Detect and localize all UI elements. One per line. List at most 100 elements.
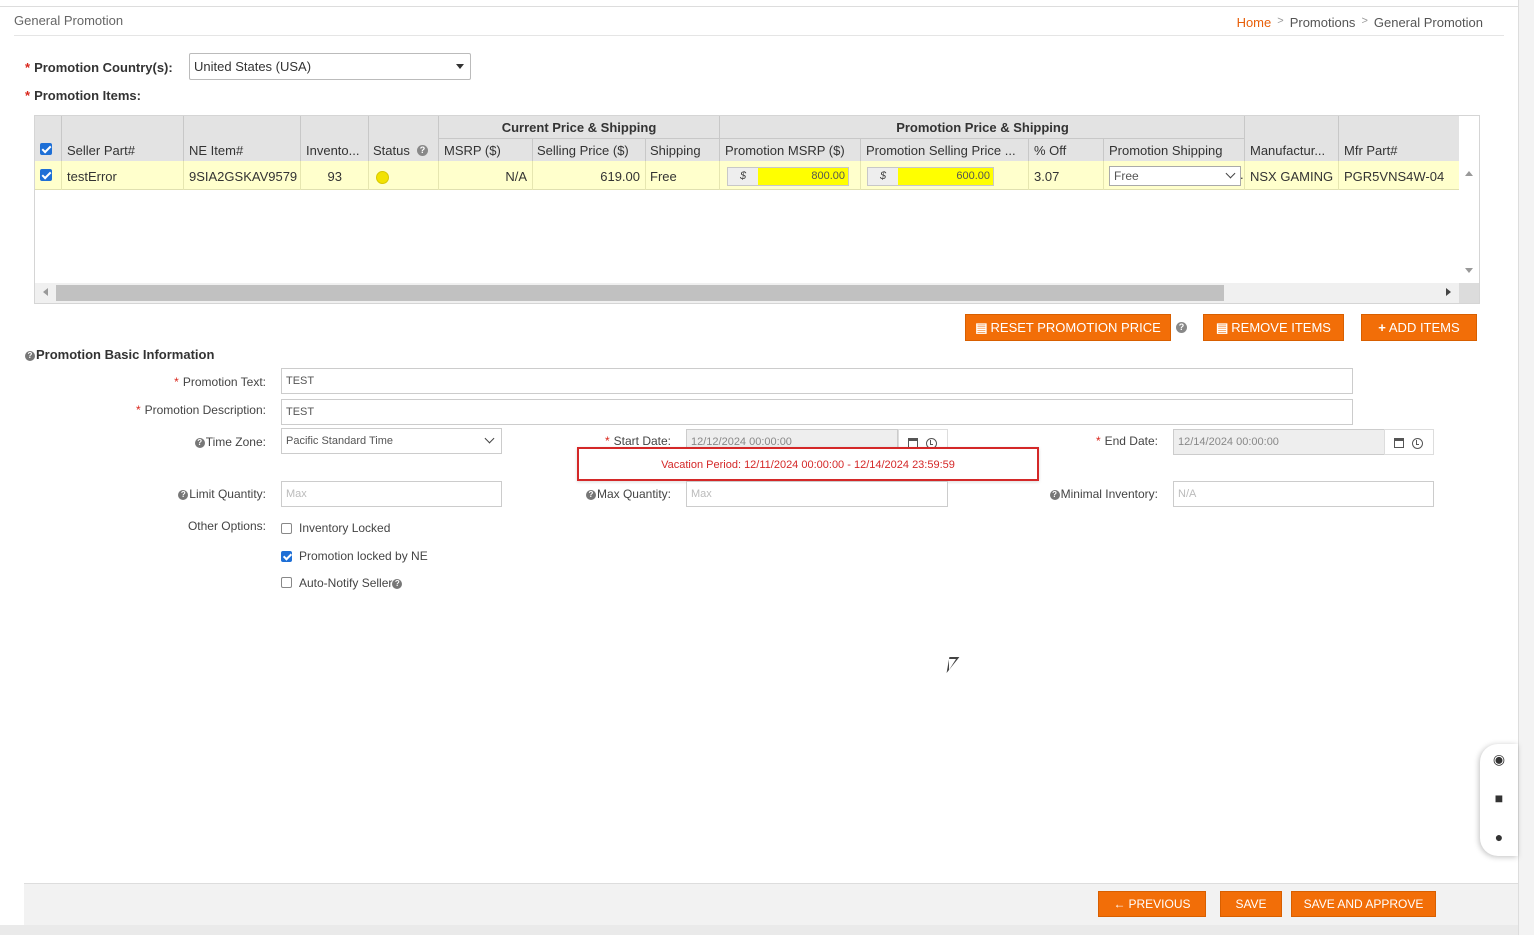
col-separator <box>183 161 184 190</box>
col-promotion-msrp[interactable]: Promotion MSRP ($) <box>725 143 861 158</box>
limit-quantity-label-text: Limit Quantity: <box>189 487 266 501</box>
col-shipping[interactable]: Shipping <box>650 143 720 158</box>
status-help-icon[interactable]: ? <box>417 145 428 156</box>
scroll-right-icon[interactable] <box>1446 288 1451 296</box>
scroll-up-icon[interactable] <box>1465 171 1473 176</box>
book-icon[interactable]: ■ <box>1490 791 1508 805</box>
col-separator <box>719 161 720 190</box>
help-icon[interactable]: ? <box>194 438 205 448</box>
promotion-shipping-select[interactable]: Free <box>1109 166 1241 186</box>
col-promotion-selling-price[interactable]: Promotion Selling Price ... <box>866 143 1028 158</box>
help-icon[interactable]: ? <box>585 490 596 500</box>
chat-icon[interactable]: ● <box>1490 830 1508 844</box>
currency-symbol: $ <box>739 170 747 182</box>
required-marker: * <box>1095 434 1101 448</box>
calendar-icon[interactable] <box>1394 438 1404 448</box>
window-scrollbar[interactable] <box>1518 0 1534 935</box>
items-label-text: Promotion Items: <box>34 88 141 103</box>
cell-selling-price: 619.00 <box>600 169 640 184</box>
reset-help-icon[interactable]: ? <box>1176 322 1187 333</box>
promotion-description-input[interactable]: TEST <box>281 399 1353 425</box>
minimal-inventory-label: ? Minimal Inventory: <box>1030 487 1158 501</box>
trash-icon: ▤ <box>1216 320 1229 335</box>
col-separator <box>1338 116 1339 161</box>
breadcrumb-promotions-link[interactable]: Promotions <box>1290 15 1356 30</box>
col-ne-item[interactable]: NE Item# <box>189 143 299 158</box>
grid-vertical-scrollbar[interactable] <box>1459 161 1479 283</box>
support-agent-icon[interactable]: ◉ <box>1490 752 1508 766</box>
col-seller-part[interactable]: Seller Part# <box>67 143 182 158</box>
col-status[interactable]: Status <box>373 143 415 158</box>
col-separator <box>1028 161 1029 190</box>
caret-down-icon <box>456 64 464 69</box>
reset-promotion-price-button[interactable]: ▤ RESET PROMOTION PRICE <box>965 314 1171 341</box>
col-separator <box>368 161 369 190</box>
save-button[interactable]: SAVE <box>1220 891 1282 917</box>
col-mfr-part[interactable]: Mfr Part# <box>1344 143 1454 158</box>
reset-promotion-price-label: RESET PROMOTION PRICE <box>990 320 1161 335</box>
breadcrumb: Home > Promotions > General Promotion <box>1237 15 1483 30</box>
clock-icon[interactable] <box>1412 438 1423 449</box>
cell-inventory: 93 <box>327 169 342 184</box>
chevron-down-icon <box>484 433 495 444</box>
grid-horizontal-scrollbar[interactable] <box>35 283 1459 303</box>
col-separator <box>61 116 62 161</box>
help-icon[interactable]: ? <box>1049 490 1060 500</box>
page-title: General Promotion <box>14 13 124 28</box>
promotion-text-label-text: Promotion Text: <box>182 375 266 389</box>
promotion-items-grid: Current Price & Shipping Promotion Price… <box>34 115 1480 304</box>
cell-ne-item: 9SIA2GSKAV9579 <box>189 169 298 184</box>
plus-icon: + <box>1378 320 1386 335</box>
col-separator <box>438 116 439 161</box>
max-quantity-label: ? Max Quantity: <box>560 487 671 501</box>
bottom-strip <box>0 925 1518 935</box>
help-icon[interactable]: ? <box>25 351 35 361</box>
promotion-text-input[interactable]: TEST <box>281 368 1353 394</box>
inventory-locked-checkbox[interactable] <box>281 523 292 534</box>
time-zone-label: ? Time Zone: <box>150 435 266 449</box>
vacation-period-warning: Vacation Period: 12/11/2024 00:00:00 - 1… <box>577 447 1039 481</box>
col-msrp[interactable]: MSRP ($) <box>444 143 532 158</box>
scrollbar-thumb[interactable] <box>56 285 1224 301</box>
time-zone-select[interactable]: Pacific Standard Time <box>281 428 502 454</box>
col-separator <box>645 138 646 161</box>
country-select[interactable]: United States (USA) <box>189 53 471 80</box>
group-promotion-price: Promotion Price & Shipping <box>896 120 1069 135</box>
col-inventory[interactable]: Invento... <box>306 143 368 158</box>
col-separator <box>61 161 62 190</box>
col-manufacturer[interactable]: Manufactur... <box>1250 143 1332 158</box>
help-icon[interactable]: ? <box>178 490 189 500</box>
auto-notify-seller-checkbox[interactable] <box>281 577 292 588</box>
scroll-left-icon[interactable] <box>43 288 48 296</box>
row-checkbox[interactable] <box>40 169 52 181</box>
promotion-locked-by-ne-checkbox[interactable] <box>281 551 292 562</box>
previous-button[interactable]: ← PREVIOUS <box>1098 891 1206 917</box>
end-date-input[interactable]: 12/14/2024 00:00:00 <box>1173 429 1385 455</box>
col-promotion-shipping[interactable]: Promotion Shipping <box>1109 143 1243 158</box>
col-selling-price[interactable]: Selling Price ($) <box>537 143 643 158</box>
end-date-picker <box>1384 429 1434 455</box>
chevron-down-icon <box>1225 168 1236 179</box>
minimal-inventory-input[interactable]: N/A <box>1173 481 1434 507</box>
save-and-approve-button[interactable]: SAVE AND APPROVE <box>1291 891 1436 917</box>
items-label: * Promotion Items: <box>25 88 141 103</box>
inventory-locked-label: Inventory Locked <box>299 521 391 535</box>
max-quantity-input[interactable]: Max <box>686 481 948 507</box>
help-icon[interactable]: ? <box>392 579 403 589</box>
promotion-text-label: * Promotion Text: <box>100 375 266 389</box>
remove-items-button[interactable]: ▤ REMOVE ITEMS <box>1203 314 1344 341</box>
select-all-checkbox[interactable] <box>40 143 52 155</box>
breadcrumb-current: General Promotion <box>1373 15 1483 30</box>
scroll-down-icon[interactable] <box>1465 268 1473 273</box>
promotion-msrp-input[interactable]: $ 800.00 <box>727 167 849 186</box>
grid-header: Current Price & Shipping Promotion Price… <box>35 116 1459 161</box>
add-items-button[interactable]: + ADD ITEMS <box>1361 314 1477 341</box>
promotion-selling-price-input[interactable]: $ 600.00 <box>867 167 994 186</box>
col-separator <box>1338 161 1339 190</box>
col-separator <box>1103 138 1104 161</box>
limit-quantity-input[interactable]: Max <box>281 481 502 507</box>
col-percent-off[interactable]: % Off <box>1034 143 1102 158</box>
max-quantity-label-text: Max Quantity: <box>596 487 671 501</box>
breadcrumb-home-link[interactable]: Home <box>1237 15 1272 30</box>
floating-toolbar: ◉ ■ ● <box>1480 744 1518 856</box>
